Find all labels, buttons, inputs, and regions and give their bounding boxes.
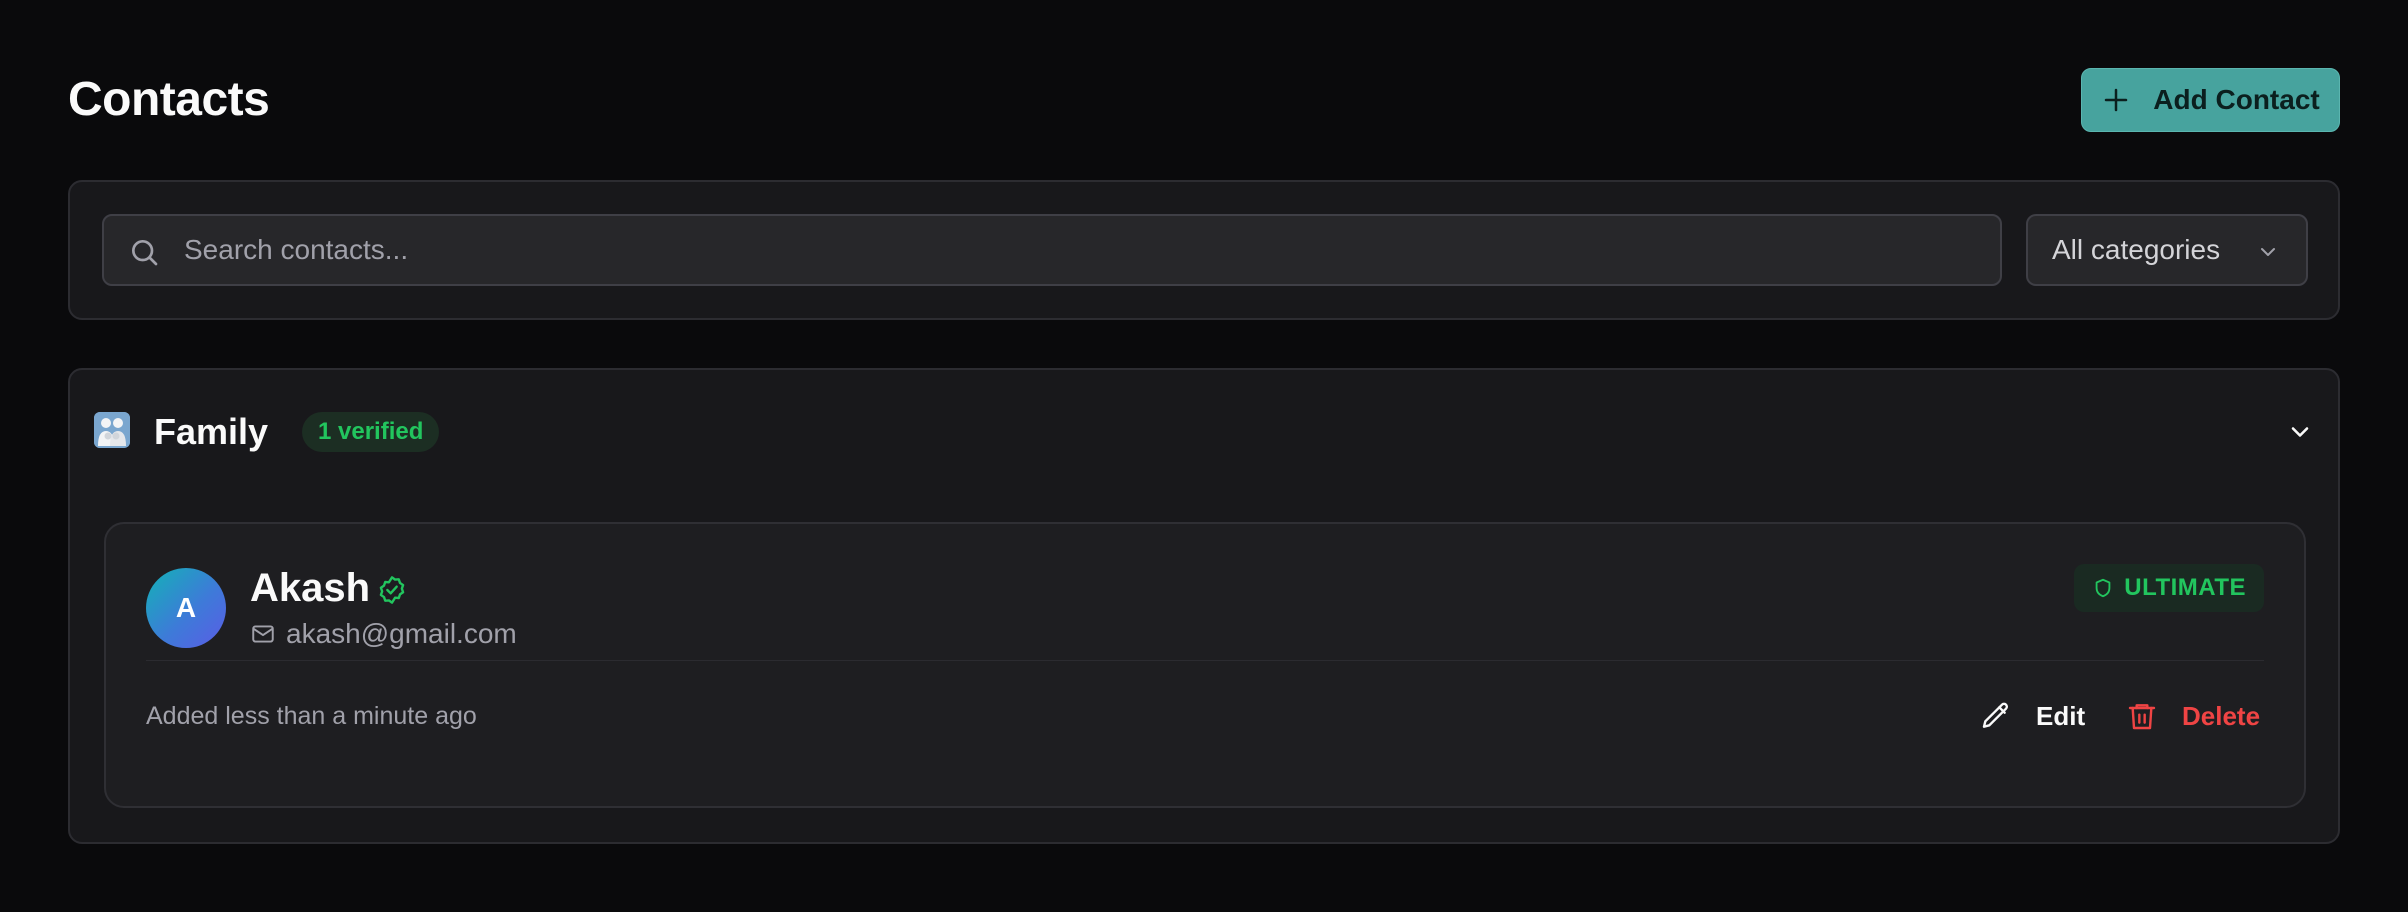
- search-input[interactable]: [184, 216, 1964, 284]
- delete-label: Delete: [2182, 700, 2261, 731]
- contact-email: akash@gmail.com: [286, 618, 517, 649]
- add-contact-button[interactable]: Add Contact: [2081, 68, 2340, 132]
- page-title: Contacts: [68, 73, 270, 126]
- verified-badge-icon: [379, 576, 405, 604]
- shield-icon: [2095, 578, 2111, 598]
- contact-card: A Akash akash@gmail.com ULTIMATE Added l…: [104, 522, 2306, 808]
- pencil-icon: [1982, 702, 2009, 728]
- avatar: A: [146, 568, 226, 648]
- delete-button[interactable]: Delete: [2114, 690, 2272, 742]
- plus-icon: [2105, 88, 2128, 112]
- contacts-page: Contacts Add Contact All categories: [0, 0, 2408, 912]
- edit-label: Edit: [2036, 700, 2086, 731]
- card-divider: [146, 660, 2264, 661]
- verified-count-badge: 1 verified: [302, 412, 440, 452]
- group-header[interactable]: Family 1 verified: [94, 412, 2314, 452]
- filter-panel: All categories: [68, 180, 2340, 320]
- tier-badge: ULTIMATE: [2074, 564, 2264, 612]
- group-title: Family: [154, 411, 269, 452]
- category-group-family: Family 1 verified A Akash akash@gmail.co…: [68, 368, 2340, 844]
- email-row: akash@gmail.com: [250, 618, 517, 650]
- chevron-down-icon[interactable]: [2286, 418, 2314, 446]
- chevron-down-icon: [2261, 248, 2275, 256]
- category-select-value: All categories: [2052, 234, 2221, 265]
- search-icon: [132, 240, 158, 266]
- search-box[interactable]: [102, 214, 2002, 286]
- trash-icon: [2128, 704, 2156, 730]
- added-timestamp: Added less than a minute ago: [146, 702, 477, 730]
- add-contact-label: Add Contact: [2153, 84, 2320, 115]
- contact-name: Akash: [250, 566, 371, 610]
- tier-label: ULTIMATE: [2124, 574, 2246, 601]
- category-select[interactable]: All categories: [2026, 214, 2308, 286]
- family-emoji-icon: [94, 412, 130, 448]
- edit-button[interactable]: Edit: [1968, 690, 2097, 742]
- mail-icon: [252, 625, 274, 643]
